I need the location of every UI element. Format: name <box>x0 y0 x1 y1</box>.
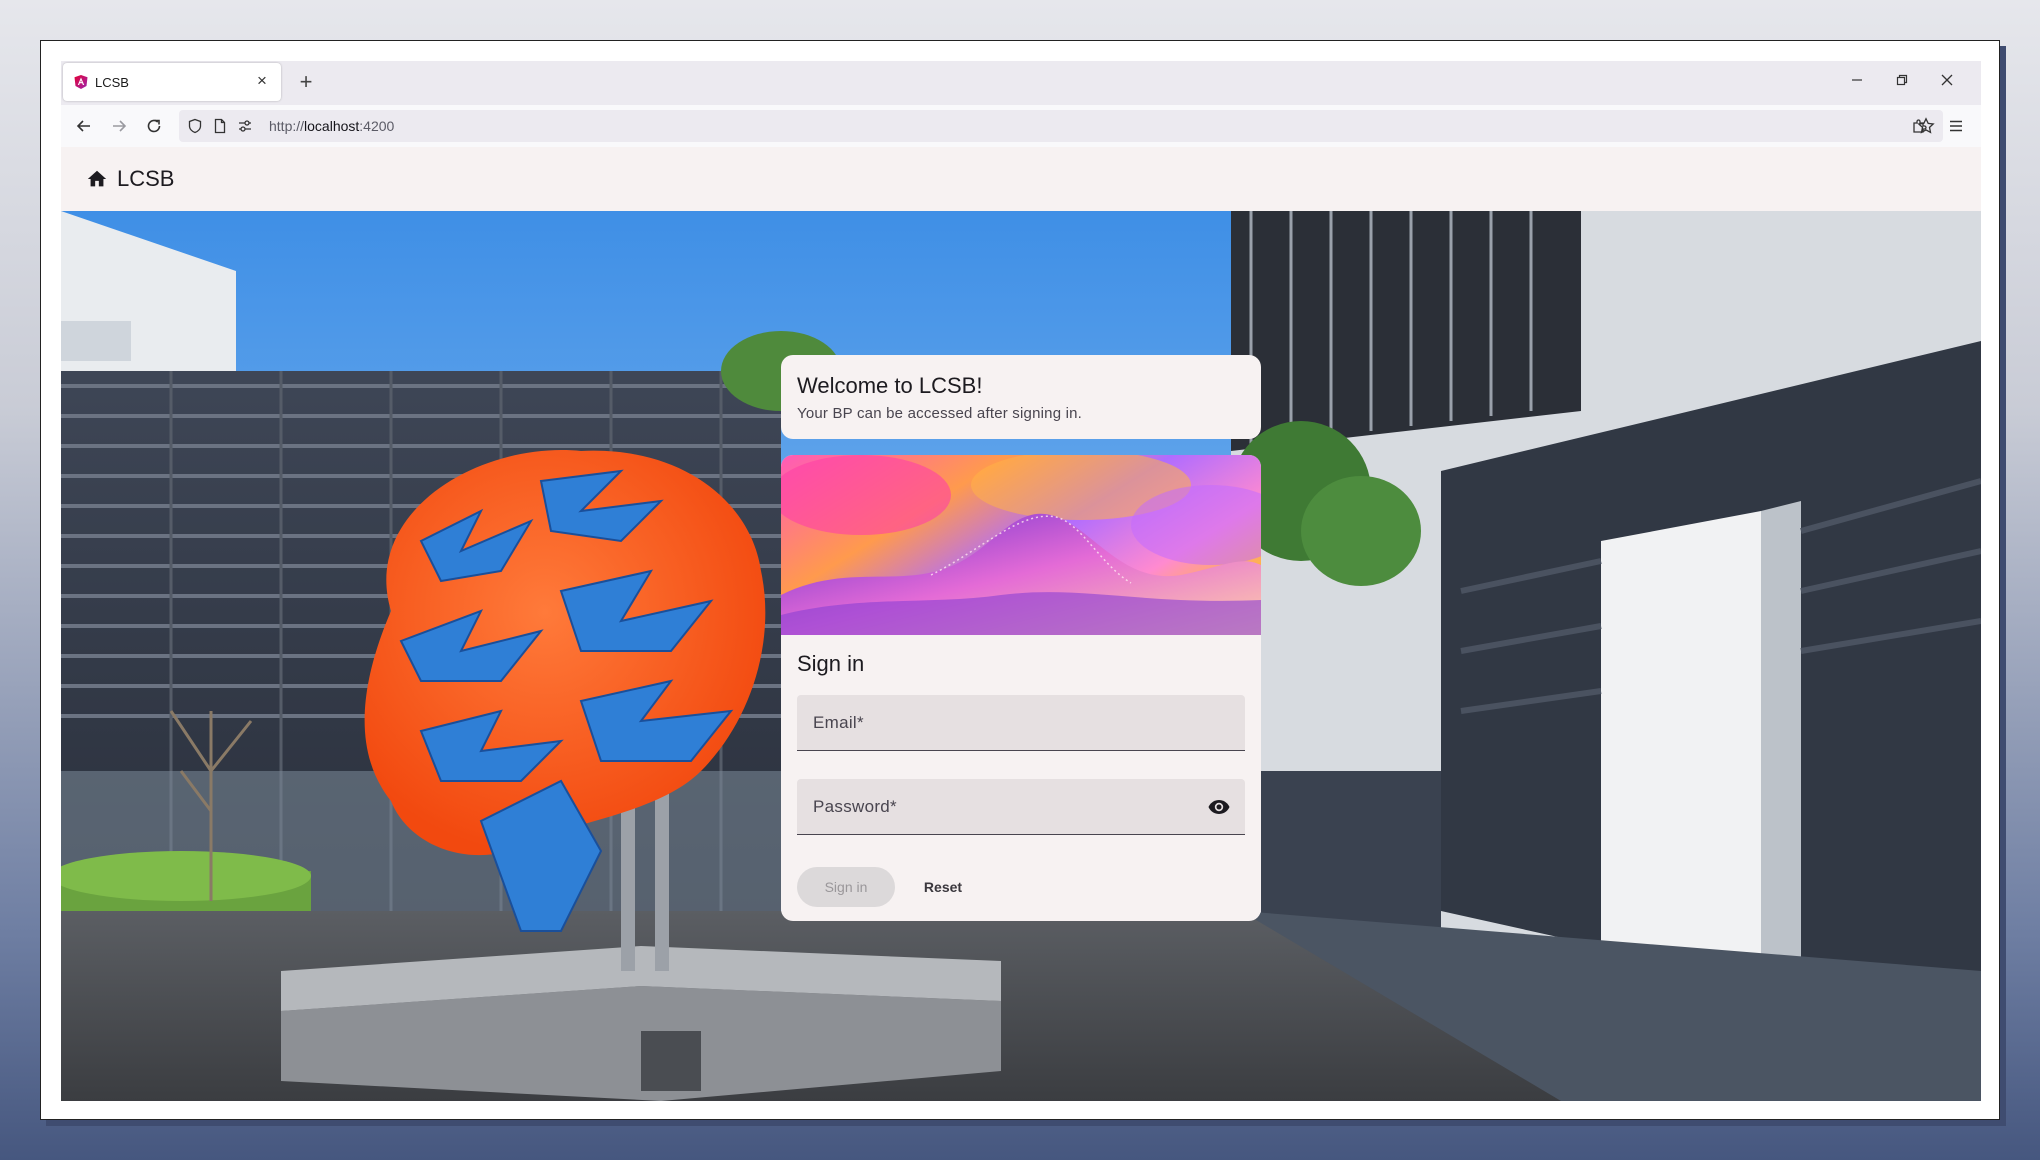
password-label: Password* <box>813 797 897 816</box>
menu-button[interactable] <box>1941 111 1971 141</box>
address-bar[interactable]: http://localhost:4200 <box>179 110 1943 142</box>
tab-title: LCSB <box>95 75 129 90</box>
arrow-right-icon <box>113 120 127 132</box>
reset-button[interactable]: Reset <box>903 867 983 907</box>
url-port: :4200 <box>359 118 395 134</box>
email-field[interactable]: Email* <box>797 695 1245 751</box>
close-window-button[interactable] <box>1927 69 1967 95</box>
close-icon <box>1941 74 1953 86</box>
minimize-window-button[interactable] <box>1837 69 1877 95</box>
signin-card: Sign in Email* Password* Sign in Reset <box>781 455 1261 921</box>
page-icon[interactable] <box>212 118 228 134</box>
reload-button[interactable] <box>139 111 169 141</box>
app-title[interactable]: LCSB <box>117 166 174 192</box>
back-button[interactable] <box>69 111 99 141</box>
signin-card-image <box>781 455 1261 635</box>
reload-icon <box>147 119 161 133</box>
signin-title: Sign in <box>797 651 865 676</box>
browser-frame: LCSB × + http://localhost:4200 LCSB Welc… <box>61 61 1981 1101</box>
restore-icon <box>1896 74 1908 86</box>
browser-window: LCSB × + http://localhost:4200 LCSB Welc… <box>40 40 2000 1120</box>
signin-button[interactable]: Sign in <box>797 867 895 907</box>
tab-strip: LCSB × + <box>61 61 1981 105</box>
shield-icon[interactable] <box>187 118 203 134</box>
permissions-icon[interactable] <box>237 118 253 134</box>
restore-window-button[interactable] <box>1882 69 1922 95</box>
forward-button[interactable] <box>104 111 134 141</box>
new-tab-button[interactable]: + <box>293 69 319 95</box>
angular-logo-icon <box>74 75 88 89</box>
url-scheme: http:// <box>269 118 305 134</box>
arrow-left-icon <box>76 120 90 132</box>
close-tab-icon[interactable]: × <box>251 70 273 92</box>
extensions-button[interactable] <box>1905 111 1935 141</box>
navigation-toolbar: http://localhost:4200 <box>61 105 1981 148</box>
puzzle-icon <box>1913 119 1927 133</box>
email-label: Email* <box>813 713 864 732</box>
welcome-title: Welcome to LCSB! <box>797 373 983 398</box>
home-icon[interactable] <box>86 168 108 190</box>
hero-background: Welcome to LCSB! Your BP can be accessed… <box>61 211 1981 1101</box>
tab-lcsb[interactable]: LCSB × <box>63 63 281 101</box>
minimize-icon <box>1852 79 1862 81</box>
app-toolbar: LCSB <box>61 147 1981 211</box>
url-text[interactable]: http://localhost:4200 <box>269 118 394 134</box>
welcome-subtitle: Your BP can be accessed after signing in… <box>797 405 1083 422</box>
hamburger-menu-icon <box>1950 120 1962 132</box>
url-host: localhost <box>304 118 360 134</box>
welcome-card: Welcome to LCSB! Your BP can be accessed… <box>781 355 1261 439</box>
eye-icon[interactable] <box>1207 795 1231 819</box>
password-field[interactable]: Password* <box>797 779 1245 835</box>
